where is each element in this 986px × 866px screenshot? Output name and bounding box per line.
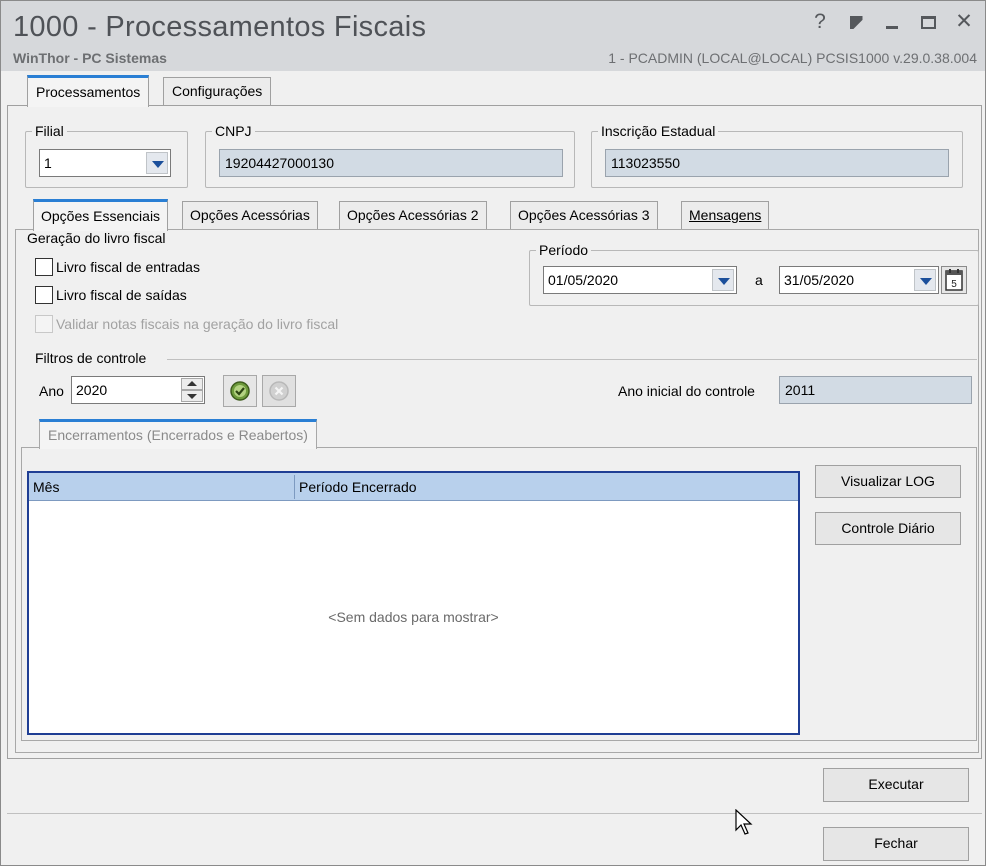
footer-divider — [7, 813, 982, 814]
cancel-circle-icon — [269, 381, 289, 401]
periodo-legend: Período — [539, 242, 589, 258]
livro-entradas-checkbox[interactable]: Livro fiscal de entradas — [35, 258, 200, 276]
ano-inicial-label: Ano inicial do controle — [618, 383, 755, 399]
calendar-icon: 5 — [945, 269, 963, 291]
check-circle-icon — [230, 381, 250, 401]
tab-processamentos[interactable]: Processamentos — [27, 75, 150, 107]
tab-encerramentos-label: Encerramentos (Encerrados e Reabertos) — [48, 427, 308, 443]
confirm-ano-button[interactable] — [223, 375, 257, 407]
filtros-divider — [167, 359, 977, 360]
window-controls: ? ✕ — [809, 9, 975, 35]
periodo-end-field[interactable]: 31/05/2020 — [779, 266, 939, 294]
grid-column-periodo[interactable]: Período Encerrado — [299, 479, 417, 495]
grid-header: Mês Período Encerrado — [29, 473, 798, 501]
cnpj-value: 19204427000130 — [225, 155, 335, 171]
visualizar-log-button[interactable]: Visualizar LOG — [815, 465, 961, 498]
controle-diario-label: Controle Diário — [841, 520, 935, 536]
tab-opcoes-acessorias-2[interactable]: Opções Acessórias 2 — [339, 201, 487, 229]
inscricao-legend: Inscrição Estadual — [601, 123, 716, 139]
tab-opcoes-essenciais-label: Opções Essenciais — [41, 208, 161, 224]
tab-opcoes-acessorias-2-label: Opções Acessórias 2 — [347, 207, 479, 223]
chevron-down-icon[interactable] — [914, 269, 936, 291]
periodo-start-value: 01/05/2020 — [548, 272, 619, 288]
chevron-down-icon[interactable] — [712, 269, 734, 291]
cancel-ano-button — [262, 375, 296, 407]
fechar-label: Fechar — [874, 835, 918, 851]
title-bar[interactable]: 1000 - Processamentos Fiscais WinThor - … — [1, 1, 985, 71]
livro-entradas-label: Livro fiscal de entradas — [56, 259, 200, 275]
restore-icon[interactable] — [845, 9, 867, 35]
maximize-icon[interactable] — [917, 9, 939, 35]
executar-label: Executar — [868, 776, 924, 792]
filtros-title: Filtros de controle — [35, 350, 147, 366]
help-icon[interactable]: ? — [809, 9, 831, 35]
svg-text:5: 5 — [951, 279, 957, 290]
periodo-start-field[interactable]: 01/05/2020 — [543, 266, 737, 294]
grid-column-mes[interactable]: Mês — [33, 479, 59, 495]
fechar-button[interactable]: Fechar — [823, 827, 969, 861]
geracao-title: Geração do livro fiscal — [27, 230, 166, 246]
tab-opcoes-essenciais[interactable]: Opções Essenciais — [33, 199, 169, 231]
cnpj-legend: CNPJ — [215, 123, 252, 139]
tab-opcoes-acessorias-3-label: Opções Acessórias 3 — [518, 207, 650, 223]
tab-opcoes-acessorias[interactable]: Opções Acessórias — [182, 201, 318, 229]
app-name: WinThor - PC Sistemas — [13, 50, 167, 66]
cnpj-field: 19204427000130 — [219, 149, 563, 177]
tab-mensagens-label: Mensagens — [689, 207, 762, 223]
close-icon[interactable]: ✕ — [953, 9, 975, 35]
tab-mensagens[interactable]: Mensagens — [681, 201, 770, 229]
periodo-end-value: 31/05/2020 — [784, 272, 855, 288]
column-separator[interactable] — [294, 475, 295, 499]
session-info: 1 - PCADMIN (LOCAL@LOCAL) PCSIS1000 v.29… — [608, 50, 977, 66]
filial-legend: Filial — [35, 123, 64, 139]
tab-configuracoes-label: Configurações — [172, 83, 263, 99]
inscricao-value: 113023550 — [611, 155, 681, 171]
encerramentos-grid[interactable]: Mês Período Encerrado <Sem dados para mo… — [27, 471, 800, 735]
validar-notas-checkbox: Validar notas fiscais na geração do livr… — [35, 315, 338, 333]
livro-saidas-label: Livro fiscal de saídas — [56, 287, 187, 303]
ano-inicial-field: 2011 — [779, 376, 972, 404]
tab-configuracoes[interactable]: Configurações — [163, 77, 272, 105]
tab-encerramentos[interactable]: Encerramentos (Encerrados e Reabertos) — [39, 419, 317, 449]
main-window: 1000 - Processamentos Fiscais WinThor - … — [0, 0, 986, 866]
minimize-icon[interactable] — [881, 9, 903, 35]
ano-inicial-value: 2011 — [785, 382, 816, 398]
validar-notas-label: Validar notas fiscais na geração do livr… — [56, 316, 339, 332]
window-title: 1000 - Processamentos Fiscais — [13, 11, 427, 43]
controle-diario-button[interactable]: Controle Diário — [815, 512, 961, 545]
validar-notas-box — [35, 315, 53, 333]
executar-button[interactable]: Executar — [823, 768, 969, 802]
livro-entradas-box[interactable] — [35, 258, 53, 276]
visualizar-log-label: Visualizar LOG — [841, 473, 935, 489]
chevron-down-icon[interactable] — [146, 152, 168, 174]
livro-saidas-checkbox[interactable]: Livro fiscal de saídas — [35, 286, 187, 304]
ano-value: 2020 — [76, 382, 108, 398]
livro-saidas-box[interactable] — [35, 286, 53, 304]
ano-stepper[interactable]: 2020 — [71, 376, 205, 404]
filial-select[interactable]: 1 — [39, 149, 171, 177]
inscricao-field: 113023550 — [605, 149, 949, 177]
calendar-button[interactable]: 5 — [941, 266, 967, 294]
tab-opcoes-acessorias-3[interactable]: Opções Acessórias 3 — [510, 201, 658, 229]
stepper-down-icon[interactable] — [181, 390, 203, 402]
mouse-cursor-icon — [735, 809, 753, 835]
ano-label: Ano — [39, 383, 64, 399]
grid-empty-message: <Sem dados para mostrar> — [328, 609, 499, 625]
tab-processamentos-label: Processamentos — [36, 84, 141, 100]
tab-opcoes-acessorias-label: Opções Acessórias — [190, 207, 310, 223]
periodo-separator: a — [755, 272, 763, 288]
filial-value: 1 — [44, 155, 52, 171]
stepper-up-icon[interactable] — [181, 378, 203, 390]
